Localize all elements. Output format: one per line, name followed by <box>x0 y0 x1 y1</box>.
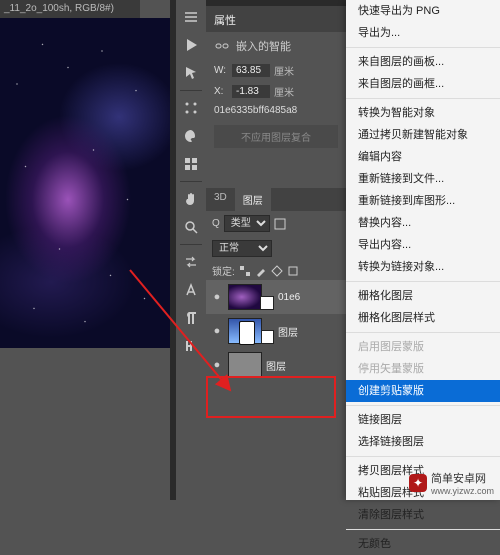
visibility-icon[interactable]: ● <box>210 325 224 337</box>
menu-item[interactable]: 来自图层的画框... <box>346 73 500 95</box>
canvas-area[interactable] <box>0 18 170 348</box>
filter-image-icon[interactable] <box>274 218 286 230</box>
menu-item[interactable]: 转换为智能对象 <box>346 102 500 124</box>
width-row[interactable]: W: 63.85 厘米 <box>206 60 346 81</box>
menu-item[interactable]: 快速导出为 PNG <box>346 0 500 22</box>
layer-filter-row: Q 类型 <box>206 211 346 236</box>
menu-item[interactable]: 导出内容... <box>346 234 500 256</box>
layer-item[interactable]: ● 图层 <box>206 348 346 382</box>
paragraph-icon[interactable] <box>180 307 202 329</box>
menu-separator <box>346 98 500 99</box>
menu-item[interactable]: 链接图层 <box>346 409 500 431</box>
tab-layers[interactable]: 图层 <box>235 188 271 211</box>
layer-item[interactable]: ● 01e6 <box>206 280 346 314</box>
visibility-icon[interactable]: ● <box>210 291 224 303</box>
menu-item[interactable]: 重新链接到文件... <box>346 168 500 190</box>
layers-panel: 3D 图层 Q 类型 正常 锁定: ● 01e6 ● 图层 <box>206 188 346 382</box>
layer-item[interactable]: ● 图层 <box>206 314 346 348</box>
galaxy-image <box>0 18 170 348</box>
layer-context-menu: 快速导出为 PNG导出为... 来自图层的画板...来自图层的画框... 转换为智能… <box>346 0 500 500</box>
hand-icon[interactable] <box>180 188 202 210</box>
android-icon: ✦ <box>409 474 427 492</box>
blend-mode-select[interactable]: 正常 <box>212 240 272 257</box>
width-value[interactable]: 63.85 <box>232 64 270 77</box>
tab-3d[interactable]: 3D <box>206 188 235 211</box>
zoom-icon[interactable] <box>180 216 202 238</box>
visibility-icon[interactable]: ● <box>210 359 224 371</box>
char-icon[interactable] <box>180 335 202 357</box>
menu-item[interactable]: 创建剪贴蒙版 <box>346 380 500 402</box>
separator <box>180 90 202 91</box>
x-position-row[interactable]: X: -1.83 厘米 <box>206 81 346 102</box>
watermark-url: www.yizwz.com <box>431 486 494 496</box>
separator <box>180 181 202 182</box>
menu-item[interactable]: 替换内容... <box>346 212 500 234</box>
layers-tabs: 3D 图层 <box>206 188 346 211</box>
expand-icon[interactable] <box>180 6 202 28</box>
menu-separator <box>346 529 500 530</box>
menu-separator <box>346 47 500 48</box>
play-icon[interactable] <box>180 34 202 56</box>
layer-thumbnail[interactable] <box>228 318 262 344</box>
properties-panel: 属性 嵌入的智能 W: 63.85 厘米 X: -1.83 厘米 01e6335… <box>206 6 346 148</box>
menu-item[interactable]: 重新链接到库图形... <box>346 190 500 212</box>
menu-item[interactable]: 选择链接图层 <box>346 431 500 453</box>
grid-icon[interactable] <box>180 153 202 175</box>
x-value[interactable]: -1.83 <box>232 85 270 98</box>
watermark-name: 简单安卓网 <box>431 470 494 486</box>
layer-name[interactable]: 图层 <box>278 324 298 339</box>
menu-item[interactable]: 清除图层样式 <box>346 504 500 526</box>
menu-item[interactable]: 栅格化图层样式 <box>346 307 500 329</box>
menu-item[interactable]: 无颜色 <box>346 533 500 555</box>
smart-object-badge <box>260 296 274 310</box>
layer-name[interactable]: 01e6 <box>278 292 300 303</box>
hash-row: 01e6335bff6485a8 <box>206 102 346 119</box>
lock-position-icon[interactable] <box>271 265 283 277</box>
smart-object-badge <box>260 330 274 344</box>
menu-item: 启用图层蒙版 <box>346 336 500 358</box>
menu-item[interactable]: 编辑内容 <box>346 146 500 168</box>
menu-item[interactable]: 栅格化图层 <box>346 285 500 307</box>
layer-comp-disabled: 不应用图层复合 <box>214 125 338 148</box>
layer-thumbnail[interactable] <box>228 352 262 378</box>
menu-item[interactable]: 来自图层的画板... <box>346 51 500 73</box>
kind-select[interactable]: 类型 <box>224 215 270 232</box>
menu-item: 停用矢量蒙版 <box>346 358 500 380</box>
link-icon[interactable] <box>214 38 230 54</box>
lock-row: 锁定: <box>206 261 346 280</box>
menu-item[interactable]: 导出为... <box>346 22 500 44</box>
text-a-icon[interactable] <box>180 279 202 301</box>
menu-separator <box>346 281 500 282</box>
vertical-toolbar <box>176 0 206 500</box>
cursor-icon[interactable] <box>180 62 202 84</box>
document-tab[interactable]: _11_2o_100sh, RGB/8#) <box>0 0 140 18</box>
embedded-smart-label: 嵌入的智能 <box>236 38 291 54</box>
menu-separator <box>346 456 500 457</box>
kind-icon[interactable]: Q <box>212 218 220 229</box>
watermark: ✦ 简单安卓网 www.yizwz.com <box>409 470 494 496</box>
layer-thumbnail[interactable] <box>228 284 262 310</box>
lock-brush-icon[interactable] <box>255 265 267 277</box>
swap-icon[interactable] <box>180 251 202 273</box>
blend-row: 正常 <box>206 236 346 261</box>
lock-artboard-icon[interactable] <box>287 265 299 277</box>
lock-transparent-icon[interactable] <box>239 265 251 277</box>
menu-item[interactable]: 转换为链接对象... <box>346 256 500 278</box>
menu-item[interactable]: 通过拷贝新建智能对象 <box>346 124 500 146</box>
menu-separator <box>346 405 500 406</box>
layer-name[interactable]: 图层 <box>266 358 286 373</box>
separator <box>180 244 202 245</box>
properties-title: 属性 <box>206 6 346 32</box>
menu-separator <box>346 332 500 333</box>
panels-area: 属性 嵌入的智能 W: 63.85 厘米 X: -1.83 厘米 01e6335… <box>206 0 346 500</box>
dots-icon[interactable] <box>180 97 202 119</box>
palette-icon[interactable] <box>180 125 202 147</box>
